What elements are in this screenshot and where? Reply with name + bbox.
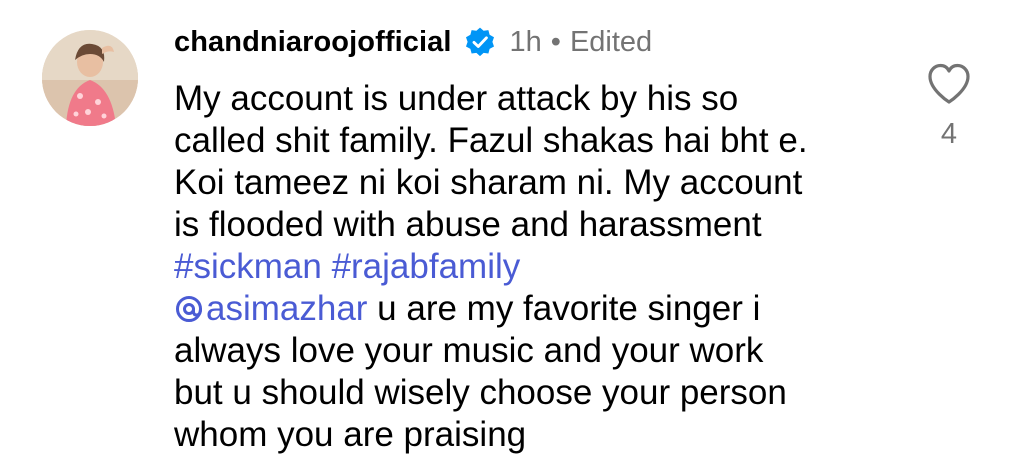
username[interactable]: chandniaroojofficial bbox=[174, 26, 452, 59]
comment-line-rest: u are my favorite singer i bbox=[367, 289, 761, 328]
comment-line: My account is under attack by his so bbox=[174, 79, 739, 118]
threads-at-icon bbox=[174, 292, 204, 322]
comment-line: called shit family. Fazul shakas hai bht… bbox=[174, 121, 808, 160]
comment-line: but u should wisely choose your person bbox=[174, 373, 787, 412]
meta-separator: • bbox=[550, 25, 561, 58]
comment-header: chandniaroojofficial 1h • Edited bbox=[174, 22, 652, 62]
avatar[interactable] bbox=[42, 30, 138, 126]
mention-username: asimazhar bbox=[206, 289, 368, 328]
hashtag-line: #sickman #rajabfamily bbox=[174, 246, 874, 288]
avatar-photo bbox=[42, 30, 138, 126]
mention-line: asimazhar u are my favorite singer i bbox=[174, 288, 874, 330]
verified-badge-icon bbox=[464, 26, 496, 58]
comment-time: 1h bbox=[509, 25, 542, 58]
comment-line: is flooded with abuse and harassment bbox=[174, 205, 762, 244]
hashtag-link[interactable]: #rajabfamily bbox=[332, 247, 521, 286]
hashtag-link[interactable]: #sickman bbox=[174, 247, 322, 286]
comment-line: whom you are praising bbox=[174, 415, 527, 454]
comment-line: always love your music and your work bbox=[174, 331, 764, 370]
like-count: 4 bbox=[940, 118, 958, 150]
comment-line: Koi tameez ni koi sharam ni. My account bbox=[174, 163, 803, 202]
mention-link[interactable]: asimazhar bbox=[174, 289, 367, 328]
edited-label: Edited bbox=[569, 25, 653, 58]
like-button[interactable] bbox=[926, 62, 972, 106]
comment: chandniaroojofficial 1h • Edited My acco… bbox=[0, 0, 1024, 467]
heart-outline-icon bbox=[928, 63, 970, 104]
comment-text: My account is under attack by his so cal… bbox=[174, 78, 874, 456]
